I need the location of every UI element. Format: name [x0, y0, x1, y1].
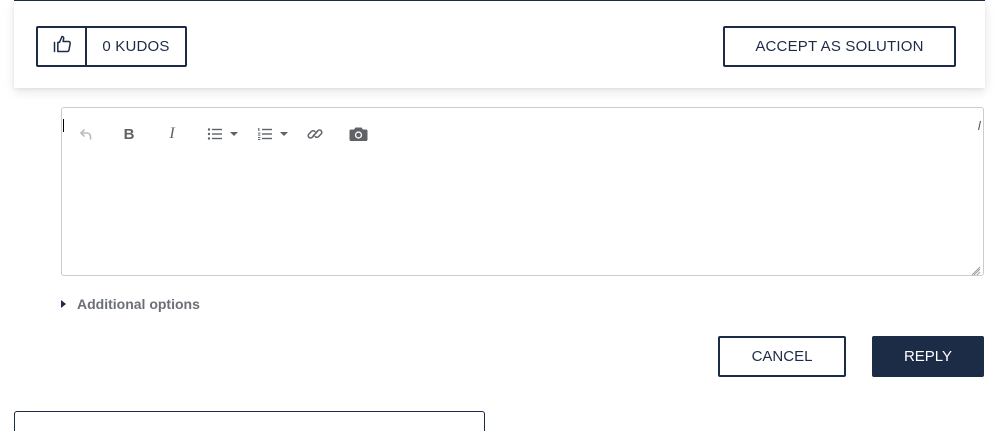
bold-button[interactable]: B [118, 123, 140, 145]
italic-button[interactable]: I [161, 123, 183, 145]
reply-editor[interactable]: B I [61, 107, 984, 276]
additional-options-label: Additional options [77, 296, 200, 312]
numbered-list-icon [257, 126, 273, 142]
next-section-box [14, 411, 485, 431]
caret-right-icon [61, 300, 66, 308]
insert-link-button[interactable] [304, 123, 326, 145]
text-caret [63, 119, 64, 132]
bulleted-list-icon [207, 126, 223, 142]
editor-corner-mark [978, 121, 981, 130]
numbered-list-button[interactable] [254, 123, 276, 145]
reply-button[interactable]: REPLY [872, 336, 984, 377]
chevron-down-icon [279, 131, 289, 137]
link-icon [307, 126, 323, 142]
kudos-count[interactable]: 0 KUDOS [87, 28, 185, 65]
italic-icon: I [169, 125, 175, 142]
undo-icon [78, 126, 94, 142]
undo-button[interactable] [75, 123, 97, 145]
bold-icon: B [123, 125, 135, 143]
cancel-button[interactable]: CANCEL [718, 336, 846, 377]
resize-handle[interactable] [971, 263, 981, 276]
camera-icon [349, 126, 368, 142]
editor-toolbar: B I [75, 122, 390, 146]
bulleted-list-dropdown[interactable] [228, 123, 240, 145]
kudos-solution-bar: 0 KUDOS ACCEPT AS SOLUTION [14, 0, 985, 88]
bulleted-list-button[interactable] [204, 123, 226, 145]
thumbs-up-icon [52, 34, 72, 59]
insert-photo-button[interactable] [347, 123, 369, 145]
additional-options-toggle[interactable]: Additional options [61, 295, 200, 313]
kudos-control: 0 KUDOS [36, 26, 187, 67]
give-kudo-button[interactable] [38, 28, 87, 65]
numbered-list-dropdown[interactable] [278, 123, 290, 145]
chevron-down-icon [229, 131, 239, 137]
accept-as-solution-button[interactable]: ACCEPT AS SOLUTION [723, 26, 956, 67]
